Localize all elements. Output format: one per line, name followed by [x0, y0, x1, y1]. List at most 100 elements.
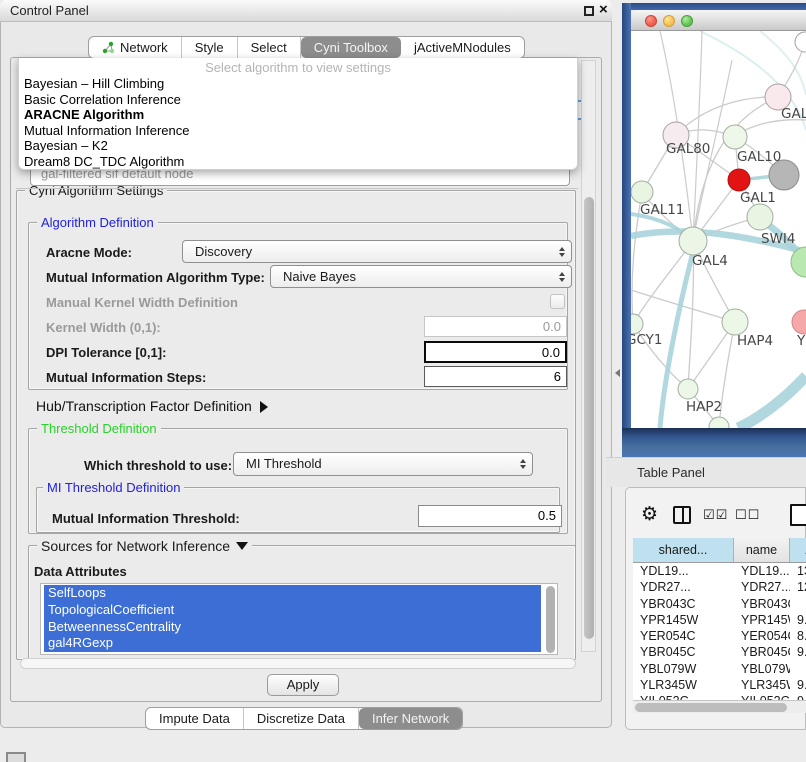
table-column-header[interactable]: shared... — [633, 538, 734, 562]
table-row[interactable]: YBR043CYBR043C — [633, 596, 806, 612]
unchecked-pair-icon[interactable]: ☐☐ — [735, 508, 760, 523]
network-node[interactable] — [679, 227, 707, 255]
data-attributes-list[interactable]: SelfLoopsTopologicalCoefficientBetweenne… — [40, 583, 558, 655]
table-row[interactable]: YPR145WYPR145W9. — [633, 612, 806, 628]
table-cell[interactable]: YPR145W — [734, 612, 790, 628]
close-traffic-light-icon[interactable] — [645, 15, 657, 27]
table-cell[interactable] — [790, 596, 806, 612]
table-column-header[interactable]: A — [790, 538, 806, 562]
table-cell[interactable]: YDL19... — [633, 563, 734, 579]
float-window-icon[interactable] — [584, 6, 594, 16]
collapse-down-arrow-icon[interactable] — [236, 542, 248, 550]
algorithm-option[interactable]: Dream8 DC_TDC Algorithm — [19, 154, 577, 170]
table-cell[interactable]: YBR045C — [734, 644, 790, 660]
network-node[interactable] — [747, 204, 773, 230]
tab-select[interactable]: Select — [238, 37, 301, 58]
table-row[interactable]: YBL079WYBL079W — [633, 661, 806, 677]
algorithm-option[interactable]: Basic Correlation Inference — [19, 92, 577, 108]
table-cell[interactable]: YIL052C — [633, 693, 734, 700]
tab-style[interactable]: Style — [182, 37, 238, 58]
settings-scrollbar-thumb[interactable] — [584, 197, 594, 639]
apply-button[interactable]: Apply — [267, 674, 339, 696]
tab-discretize-data[interactable]: Discretize Data — [244, 708, 359, 729]
table-row[interactable]: YER054CYER054C8. — [633, 628, 806, 644]
table-row[interactable]: YIL052CYIL052C9 — [633, 693, 806, 700]
data-attribute-item[interactable]: gal4RGexp — [44, 635, 541, 652]
close-icon[interactable]: × — [599, 1, 608, 18]
settings-scrollbar[interactable] — [581, 60, 596, 652]
table-row[interactable]: YDL19...YDL19...13 — [633, 563, 806, 579]
tab-jactivemnodules[interactable]: jActiveMNodules — [401, 37, 524, 58]
manual-kernel-checkbox[interactable] — [550, 294, 565, 309]
which-threshold-combobox[interactable]: MI Threshold — [233, 452, 533, 476]
network-window-titlebar[interactable] — [631, 10, 806, 31]
network-node[interactable] — [678, 379, 698, 399]
table-cell[interactable]: YBR043C — [734, 596, 790, 612]
table-scrollbar-thumb[interactable] — [635, 703, 787, 712]
table-cell[interactable]: YLR345W — [734, 677, 790, 693]
mi-threshold-field[interactable]: 0.5 — [418, 505, 562, 527]
tab-cyni-toolbox[interactable]: Cyni Toolbox — [301, 37, 401, 58]
gear-icon[interactable]: ⚙ — [641, 503, 658, 525]
table-column-header[interactable]: name — [734, 538, 790, 562]
table-cell[interactable]: 9 — [790, 693, 806, 700]
checked-pair-icon[interactable]: ☑☑ — [703, 508, 728, 523]
table-cell[interactable]: 8. — [790, 628, 806, 644]
table-cell[interactable]: YPR145W — [633, 612, 734, 628]
tab-network[interactable]: Network — [89, 37, 182, 58]
table-cell[interactable]: 9. — [790, 677, 806, 693]
table-row[interactable]: YLR345WYLR345W9. — [633, 677, 806, 693]
table-cell[interactable]: 9. — [790, 612, 806, 628]
table-cell[interactable]: YBR045C — [633, 644, 734, 660]
expand-right-arrow-icon[interactable] — [260, 401, 268, 413]
network-node[interactable] — [723, 125, 747, 149]
table-cell[interactable]: YDR27... — [633, 579, 734, 595]
list-scrollbar-thumb[interactable] — [546, 586, 555, 653]
columns-icon[interactable] — [673, 506, 691, 524]
table-cell[interactable]: YBL079W — [734, 661, 790, 677]
algorithm-option[interactable]: Bayesian – K2 — [19, 138, 577, 154]
zoom-traffic-light-icon[interactable] — [681, 15, 693, 27]
table-cell[interactable]: YER054C — [633, 628, 734, 644]
network-node[interactable] — [795, 32, 806, 52]
network-node[interactable] — [631, 314, 643, 334]
table-cell[interactable]: YBL079W — [633, 661, 734, 677]
table-cell[interactable]: YLR345W — [633, 677, 734, 693]
algorithm-option[interactable]: Mutual Information Inference — [19, 123, 577, 139]
data-attribute-item[interactable]: BetweennessCentrality — [44, 619, 541, 636]
hub-definition-expander[interactable]: Hub/Transcription Factor Definition — [36, 398, 268, 414]
table-cell[interactable]: 13 — [790, 563, 806, 579]
data-attribute-item[interactable]: SelfLoops — [44, 585, 541, 602]
table-horizontal-scrollbar[interactable] — [633, 700, 806, 713]
aracne-mode-combobox[interactable]: Discovery — [182, 240, 572, 263]
table-cell[interactable]: YIL052C — [734, 693, 790, 700]
table-cell[interactable] — [790, 661, 806, 677]
algorithm-dropdown-list[interactable]: Select algorithm to view settings Bayesi… — [18, 58, 578, 170]
document-icon[interactable] — [790, 504, 806, 526]
kernel-width-field[interactable]: 0.0 — [424, 316, 567, 337]
minimize-traffic-light-icon[interactable] — [663, 15, 675, 27]
algorithm-option[interactable]: Bayesian – Hill Climbing — [19, 76, 577, 92]
panel-collapse-arrow-icon[interactable] — [615, 369, 620, 377]
tab-impute-data[interactable]: Impute Data — [146, 708, 244, 729]
table-cell[interactable]: YDL19... — [734, 563, 790, 579]
network-node[interactable] — [722, 309, 748, 335]
network-view-canvas[interactable]: GALGAL80GAL10GAL1GAL11SWI4GAL4GCY1HAP4YH… — [631, 31, 806, 428]
network-edge[interactable] — [738, 376, 806, 428]
table-cell[interactable]: 9. — [790, 644, 806, 660]
table-row[interactable]: YBR045CYBR045C9. — [633, 644, 806, 660]
network-node[interactable] — [728, 169, 750, 191]
table-row[interactable]: YDR27...YDR27...12 — [633, 579, 806, 595]
network-node[interactable] — [631, 181, 653, 203]
data-attribute-item[interactable]: TopologicalCoefficient — [44, 602, 541, 619]
table-cell[interactable]: YDR27... — [734, 579, 790, 595]
table-cell[interactable]: 12 — [790, 579, 806, 595]
mi-steps-field[interactable]: 6 — [424, 366, 567, 387]
bottom-toolbar-icon[interactable] — [6, 752, 26, 762]
table-cell[interactable]: YBR043C — [633, 596, 734, 612]
tab-infer-network[interactable]: Infer Network — [359, 708, 462, 729]
node-attribute-table[interactable]: shared...nameA YDL19...YDL19...13YDR27..… — [633, 538, 806, 700]
mi-type-combobox[interactable]: Naive Bayes — [270, 265, 572, 288]
network-node[interactable] — [792, 310, 806, 334]
table-cell[interactable]: YER054C — [734, 628, 790, 644]
